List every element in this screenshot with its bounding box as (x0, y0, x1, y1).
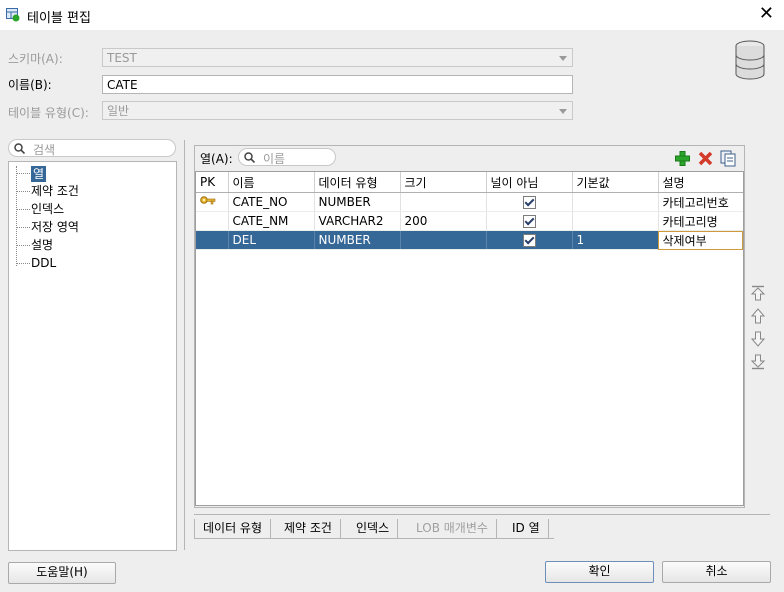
tree-connector (16, 209, 30, 210)
data-type-cell[interactable]: NUMBER (314, 230, 401, 250)
tab-constraints[interactable]: 제약 조건 (276, 519, 341, 538)
default-cell[interactable]: 1 (572, 230, 659, 250)
nav-item-comment[interactable]: 설명 (31, 237, 53, 253)
col-header-data-type[interactable]: 데이터 유형 (314, 172, 401, 193)
tab-data-type[interactable]: 데이터 유형 (194, 519, 272, 538)
nav-item-constraints[interactable]: 제약 조건 (31, 183, 79, 199)
comment-cell[interactable]: 카테고리명 (658, 211, 743, 231)
move-down-icon[interactable] (751, 331, 765, 347)
table-row[interactable]: CATE_NM VARCHAR2 200 카테고리명 (196, 211, 743, 231)
tree-connector (16, 191, 30, 192)
key-icon (200, 195, 216, 204)
not-null-checkbox[interactable] (522, 215, 536, 228)
col-header-size[interactable]: 크기 (400, 172, 487, 193)
name-label: 이름(B): (8, 78, 52, 92)
splitter[interactable] (184, 140, 185, 550)
column-filter-input[interactable]: 이름 (238, 148, 336, 166)
not-null-cell[interactable] (486, 230, 573, 250)
move-to-top-icon[interactable] (751, 285, 765, 301)
name-cell[interactable]: CATE_NM (228, 211, 315, 231)
table-type-select[interactable]: 일반 (102, 101, 573, 120)
col-header-default[interactable]: 기본값 (572, 172, 659, 193)
pk-cell[interactable] (196, 211, 229, 231)
table-type-value: 일반 (107, 104, 130, 118)
table-edit-icon (6, 8, 20, 22)
data-type-cell[interactable]: NUMBER (314, 192, 401, 212)
nav-item-columns[interactable]: 열 (31, 166, 47, 182)
col-header-comment[interactable]: 설명 (658, 172, 743, 193)
chevron-down-icon (559, 109, 567, 114)
window-title: 테이블 편집 (27, 11, 91, 26)
database-icon (735, 40, 765, 80)
nav-item-ddl[interactable]: DDL (31, 255, 56, 271)
not-null-cell[interactable] (486, 211, 573, 231)
tabs-divider (194, 514, 770, 515)
nav-search[interactable]: 검색 (8, 139, 176, 157)
help-button[interactable]: 도움말(H) (8, 562, 116, 584)
search-icon (244, 152, 255, 163)
data-type-cell[interactable]: VARCHAR2 (314, 211, 401, 231)
table-row[interactable]: CATE_NO NUMBER 카테고리번호 (196, 192, 743, 212)
move-up-icon[interactable] (751, 308, 765, 324)
default-cell[interactable] (572, 192, 659, 212)
name-cell[interactable]: DEL (228, 230, 315, 250)
plus-icon[interactable] (675, 151, 690, 166)
default-cell[interactable] (572, 211, 659, 231)
tab-indexes[interactable]: 인덱스 (348, 519, 399, 538)
col-header-pk[interactable]: PK (196, 172, 229, 193)
ok-button[interactable]: 확인 (545, 561, 654, 583)
schema-select[interactable]: TEST (102, 48, 573, 67)
columns-label: 열(A): (200, 152, 233, 166)
copy-icon[interactable] (720, 150, 737, 167)
name-input[interactable]: CATE (102, 75, 573, 94)
pk-cell[interactable] (196, 230, 229, 250)
not-null-checkbox[interactable] (522, 196, 536, 209)
chevron-down-icon (559, 56, 567, 61)
size-cell[interactable]: 200 (400, 211, 487, 231)
col-header-not-null[interactable]: 널이 아님 (486, 172, 573, 193)
comment-cell[interactable]: 삭제여부 (658, 230, 743, 250)
columns-table: PK 이름 데이터 유형 크기 널이 아님 기본값 설명 CATE_NO NUM… (195, 171, 744, 506)
schema-label: 스키마(A): (8, 52, 63, 66)
tree-connector (16, 245, 30, 246)
table-header-row: PK 이름 데이터 유형 크기 널이 아님 기본값 설명 (196, 172, 743, 193)
close-button[interactable]: ✕ (759, 4, 774, 24)
delete-x-icon[interactable] (698, 151, 713, 166)
cancel-button[interactable]: 취소 (662, 561, 771, 583)
move-to-bottom-icon[interactable] (751, 354, 765, 370)
schema-value: TEST (107, 51, 137, 65)
col-header-name[interactable]: 이름 (228, 172, 315, 193)
tab-lob-parameters[interactable]: LOB 매개변수 (408, 519, 497, 538)
tab-identity-column[interactable]: ID 열 (504, 519, 549, 538)
comment-cell[interactable]: 카테고리번호 (658, 192, 743, 212)
tree-guide-line (16, 166, 17, 266)
column-filter-placeholder: 이름 (263, 152, 286, 166)
size-cell[interactable] (400, 230, 487, 250)
nav-item-storage[interactable]: 저장 영역 (31, 219, 79, 235)
nav-tree: 열 제약 조건 인덱스 저장 영역 설명 DDL (8, 161, 177, 551)
nav-search-placeholder: 검색 (33, 143, 56, 157)
title-bar: 테이블 편집 ✕ (0, 0, 784, 30)
search-icon (14, 143, 25, 154)
nav-item-indexes[interactable]: 인덱스 (31, 201, 64, 217)
size-cell[interactable] (400, 192, 487, 212)
name-cell[interactable]: CATE_NO (228, 192, 315, 212)
not-null-cell[interactable] (486, 192, 573, 212)
table-row-selected[interactable]: DEL NUMBER 1 삭제여부 (196, 230, 743, 250)
table-type-label: 테이블 유형(C): (8, 106, 89, 120)
detail-tabs: 데이터 유형 제약 조건 인덱스 LOB 매개변수 ID 열 (194, 519, 554, 539)
tree-connector (16, 173, 30, 174)
not-null-checkbox[interactable] (522, 234, 536, 247)
pk-cell[interactable] (196, 192, 229, 212)
tree-connector (16, 227, 30, 228)
tree-connector (16, 263, 30, 264)
